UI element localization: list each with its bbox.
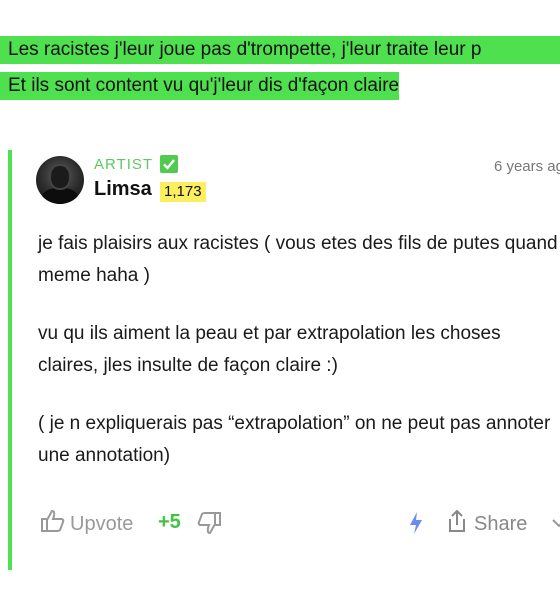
lyric-line-highlighted[interactable]: Et ils sont content vu qu'j'leur dis d'f… [0,72,400,100]
annotation-paragraph: vu qu ils aiment la peau et par extrapol… [38,323,501,376]
upvote-button[interactable]: Upvote [40,509,133,539]
artist-role-label: ARTIST [94,156,154,173]
annotation-card: ARTIST 6 years ag Limsa 1,173 je fais pl… [8,150,560,570]
share-label: Share [474,512,528,535]
thumbs-down-icon[interactable] [196,511,222,540]
upvote-label: Upvote [70,512,134,535]
annotation-paragraph: ( je n expliquerais pas “extrapolation” … [38,413,551,466]
share-button[interactable]: Share [446,509,527,539]
avatar[interactable] [36,156,84,204]
share-icon [446,509,468,539]
check-badge-icon [160,155,178,173]
avatar-body-shape [42,188,78,204]
author-iq-badge: 1,173 [160,182,206,202]
avatar-face-shape [51,166,69,188]
annotation-timestamp[interactable]: 6 years ag [494,158,560,175]
lightning-icon[interactable] [408,511,424,540]
author-username[interactable]: Limsa [94,178,152,201]
annotation-paragraph: je fais plaisirs aux racistes ( vous ete… [38,233,558,286]
annotation-actions: Upvote +5 Share [36,505,560,545]
vote-score: +5 [158,511,181,533]
lyric-line-highlighted[interactable]: Les racistes j'leur joue pas d'trompette… [0,36,560,64]
lyrics-excerpt: Les racistes j'leur joue pas d'trompette… [0,36,560,108]
chevron-down-icon[interactable] [552,513,560,534]
thumbs-up-icon [40,509,66,539]
